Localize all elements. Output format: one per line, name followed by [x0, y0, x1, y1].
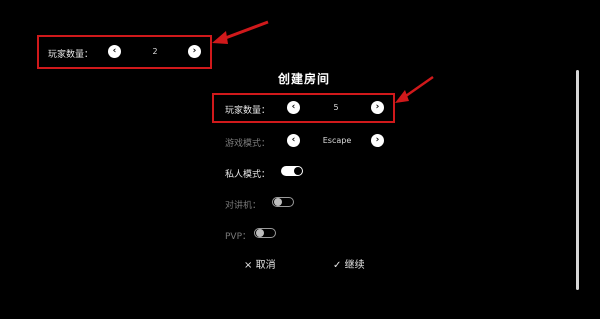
intercom-label: 对讲机：	[225, 201, 262, 211]
private-mode-label: 私人模式：	[225, 170, 271, 180]
close-icon: ×	[244, 260, 253, 271]
check-icon: ✓	[333, 260, 342, 271]
player-count-value: 5	[333, 103, 339, 112]
cancel-label: 取消	[255, 260, 276, 271]
player-count-value-top: 2	[152, 47, 158, 56]
chevron-right-icon[interactable]: ›	[371, 134, 384, 147]
player-count-label-top: 玩家数量：	[48, 50, 94, 60]
continue-label: 继续	[344, 260, 365, 271]
dialog-title: 创建房间	[278, 72, 331, 86]
chevron-left-icon[interactable]: ‹	[287, 134, 300, 147]
toggle-knob	[294, 167, 302, 175]
chevron-right-icon[interactable]: ›	[188, 45, 201, 58]
annotation-arrow-dialog	[395, 75, 434, 103]
private-mode-toggle[interactable]	[281, 166, 303, 176]
intercom-toggle[interactable]	[272, 197, 294, 207]
pvp-toggle[interactable]	[254, 228, 276, 238]
game-mode-value: Escape	[322, 136, 352, 145]
cancel-button[interactable]: × 取消	[244, 256, 276, 271]
chevron-left-icon[interactable]: ‹	[108, 45, 121, 58]
continue-button[interactable]: ✓ 继续	[333, 256, 365, 271]
scrollbar[interactable]	[576, 70, 579, 290]
toggle-knob	[256, 229, 264, 237]
pvp-label: PVP：	[225, 232, 252, 242]
player-count-label: 玩家数量：	[225, 106, 271, 116]
chevron-right-icon[interactable]: ›	[371, 101, 384, 114]
toggle-knob	[274, 198, 282, 206]
chevron-left-icon[interactable]: ‹	[287, 101, 300, 114]
annotation-arrow-top	[212, 20, 269, 44]
game-mode-label: 游戏模式：	[225, 139, 271, 149]
